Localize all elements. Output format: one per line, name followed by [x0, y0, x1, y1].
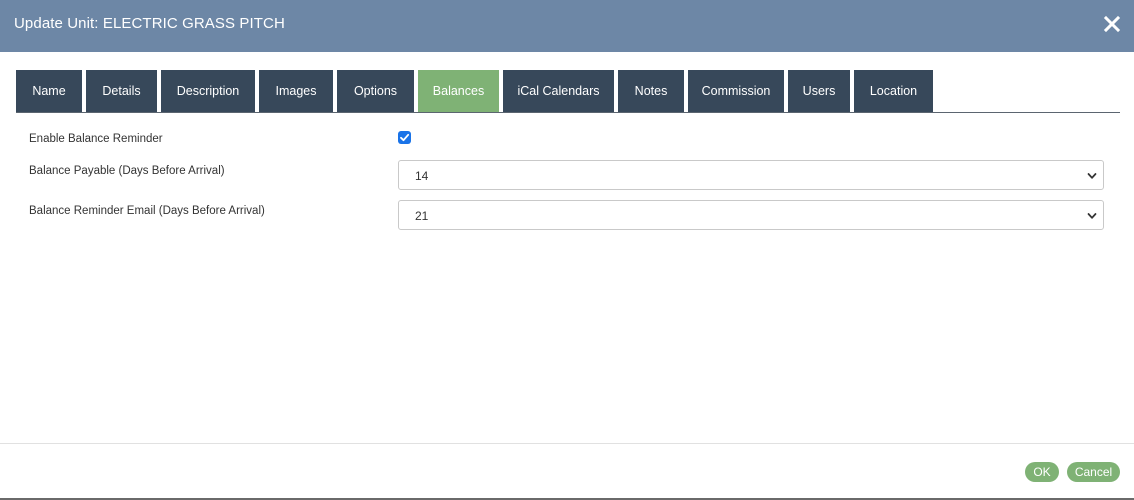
reminder-email-value: 21 — [415, 209, 429, 223]
tab-details[interactable]: Details — [86, 70, 157, 112]
tab-ical-calendars[interactable]: iCal Calendars — [503, 70, 614, 112]
tab-label: Location — [869, 84, 918, 98]
reminder-email-label: Balance Reminder Email (Days Before Arri… — [29, 205, 265, 217]
ok-button-label: OK — [1033, 465, 1051, 479]
cancel-button[interactable]: Cancel — [1067, 462, 1120, 482]
close-icon[interactable] — [1102, 12, 1122, 36]
cancel-button-label: Cancel — [1074, 465, 1113, 479]
tab-users[interactable]: Users — [788, 70, 850, 112]
tab-images[interactable]: Images — [259, 70, 333, 112]
tab-label: Description — [176, 84, 240, 98]
tab-label: iCal Calendars — [517, 84, 600, 98]
tab-location[interactable]: Location — [854, 70, 933, 112]
tab-balances[interactable]: Balances — [418, 70, 499, 112]
update-unit-dialog: Update Unit: ELECTRIC GRASS PITCH Name D… — [0, 0, 1134, 500]
footer-divider — [0, 443, 1134, 444]
tab-bar: Name Details Description Images Options … — [16, 70, 937, 112]
tab-label: Images — [275, 84, 317, 98]
tab-label: Commission — [701, 84, 771, 98]
tab-options[interactable]: Options — [337, 70, 414, 112]
tab-commission[interactable]: Commission — [688, 70, 784, 112]
dialog-titlebar: Update Unit: ELECTRIC GRASS PITCH — [0, 0, 1134, 52]
balance-payable-value: 14 — [415, 169, 429, 183]
enable-reminder-label: Enable Balance Reminder — [29, 133, 163, 145]
balance-payable-label: Balance Payable (Days Before Arrival) — [29, 165, 225, 177]
tab-label: Name — [32, 84, 66, 98]
chevron-down-icon — [1087, 211, 1097, 221]
tab-label: Balances — [432, 84, 485, 98]
tab-divider — [16, 112, 1120, 113]
balance-payable-select[interactable]: 14 — [398, 160, 1104, 190]
enable-reminder-checkbox[interactable] — [398, 131, 411, 144]
tab-description[interactable]: Description — [161, 70, 255, 112]
reminder-email-select[interactable]: 21 — [398, 200, 1104, 230]
tab-label: Details — [102, 84, 141, 98]
chevron-down-icon — [1087, 171, 1097, 181]
tab-label: Options — [353, 84, 398, 98]
ok-button[interactable]: OK — [1025, 462, 1059, 482]
tab-name[interactable]: Name — [16, 70, 82, 112]
dialog-title: Update Unit: ELECTRIC GRASS PITCH — [14, 15, 285, 32]
checkmark-icon — [400, 133, 410, 142]
tab-notes[interactable]: Notes — [618, 70, 684, 112]
tab-label: Notes — [634, 84, 668, 98]
tab-label: Users — [802, 84, 836, 98]
